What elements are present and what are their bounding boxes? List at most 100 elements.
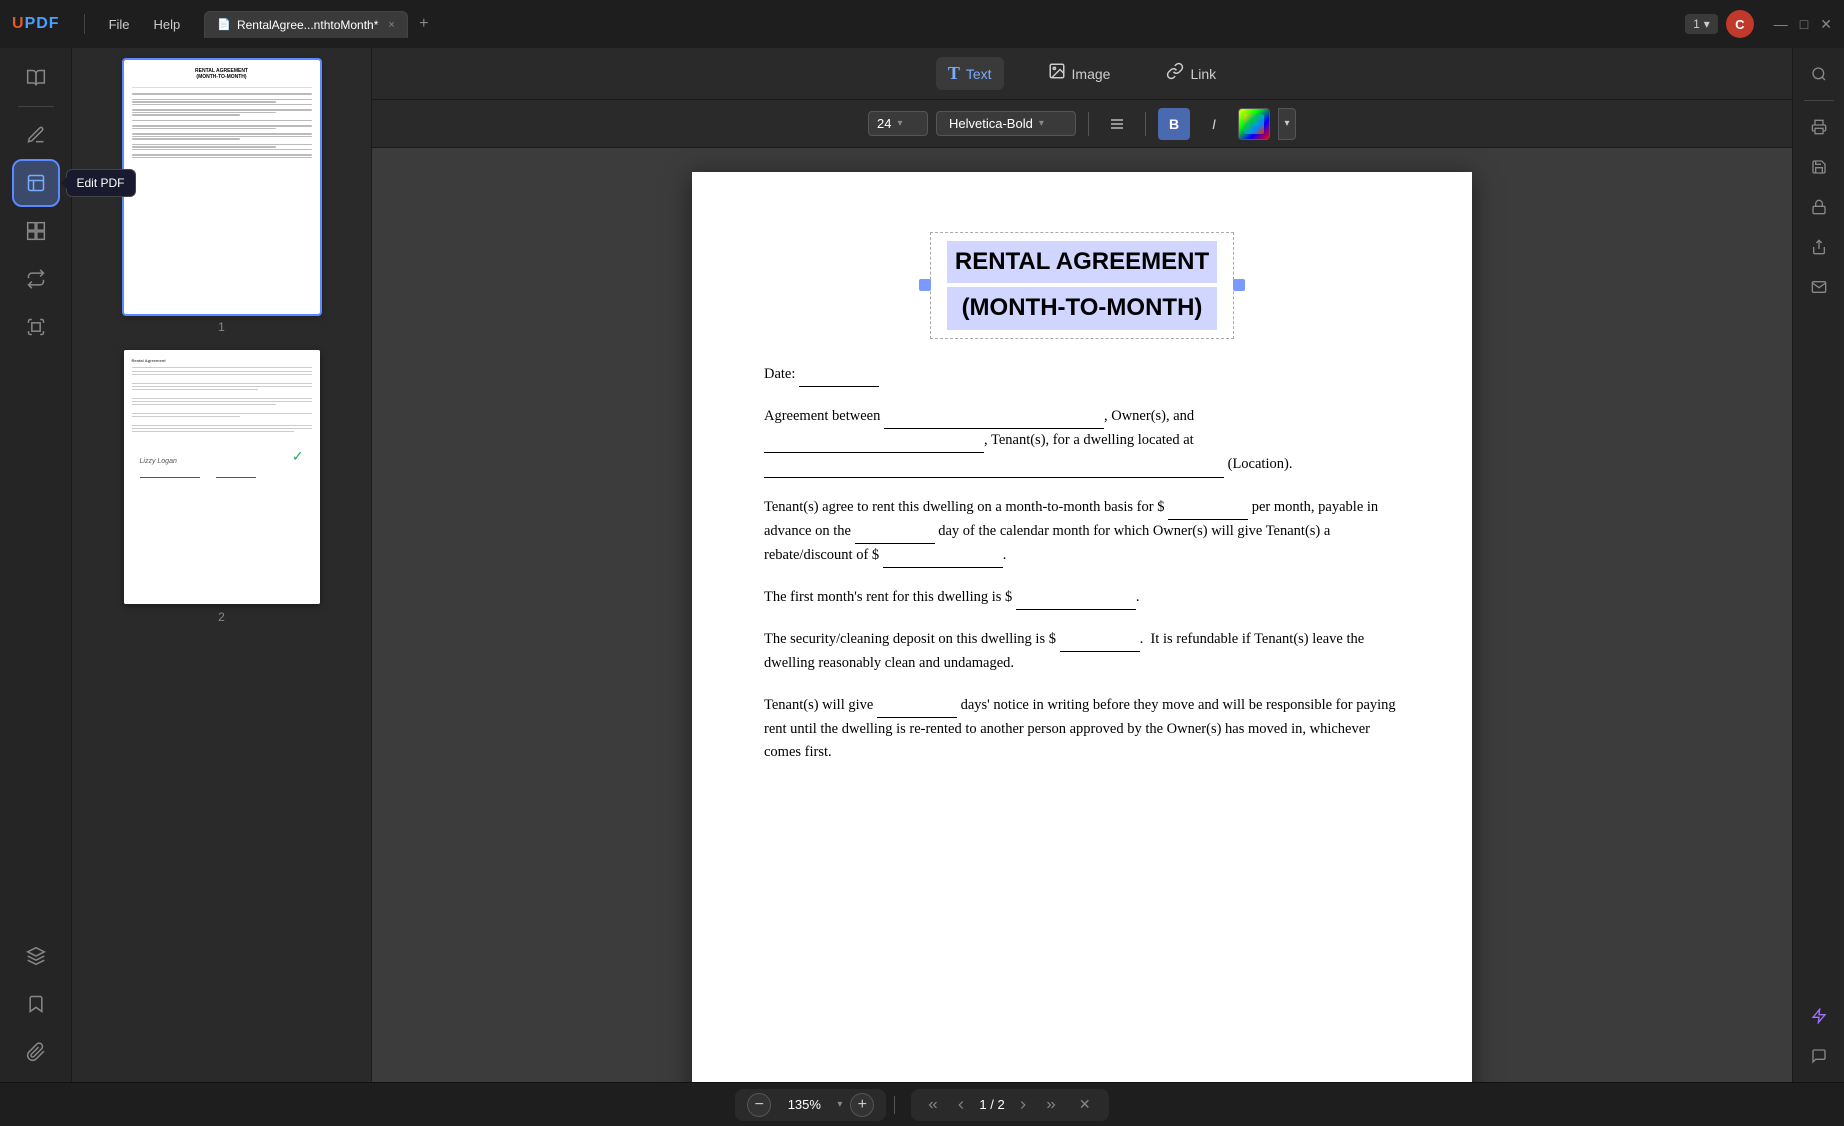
ai-assistant-button[interactable] <box>1801 998 1837 1034</box>
discount-blank[interactable] <box>883 544 1003 568</box>
image-tool-icon <box>1048 62 1066 85</box>
sidebar-item-pages[interactable] <box>14 209 58 253</box>
deposit-blank[interactable] <box>1060 628 1140 652</box>
menu-file[interactable]: File <box>101 13 138 36</box>
protect-button[interactable] <box>1801 189 1837 225</box>
page-total-number: 2 <box>997 1097 1004 1112</box>
color-dropdown-button[interactable]: ▾ <box>1278 108 1296 140</box>
zoom-out-button[interactable]: − <box>747 1093 771 1117</box>
sidebar-divider1 <box>18 106 54 107</box>
pdf-notice-block: Tenant(s) will give days' notice in writ… <box>764 694 1400 765</box>
first-month-blank[interactable] <box>1016 586 1136 610</box>
mail-button[interactable] <box>1801 269 1837 305</box>
search-right-button[interactable] <box>1801 56 1837 92</box>
font-name-dropdown-icon: ▾ <box>1039 118 1044 129</box>
active-tab[interactable]: 📄 RentalAgree...nthtoMonth* × <box>204 11 408 38</box>
zoom-divider <box>894 1096 895 1114</box>
thumbnail-number-2: 2 <box>218 610 225 624</box>
sidebar-item-ocr[interactable] <box>14 305 58 349</box>
page-prev-button[interactable] <box>951 1095 971 1115</box>
sidebar-item-layers[interactable] <box>14 934 58 978</box>
comment-button[interactable] <box>1801 1038 1837 1074</box>
rent-amount-blank[interactable] <box>1168 496 1248 520</box>
sidebar-item-read[interactable] <box>14 56 58 100</box>
format-divider-1 <box>1088 112 1089 136</box>
sidebar-item-attachment[interactable] <box>14 1030 58 1074</box>
tab-title: RentalAgree...nthtoMonth* <box>237 18 378 32</box>
save-file-button[interactable] <box>1801 149 1837 185</box>
page-indicator-header[interactable]: 1 ▾ <box>1685 14 1718 34</box>
text-tool-label: Text <box>966 66 992 82</box>
owner-blank[interactable] <box>884 405 1104 429</box>
sidebar-item-bookmark[interactable] <box>14 982 58 1026</box>
bold-button[interactable]: B <box>1158 108 1190 140</box>
pdf-title-line1[interactable]: RENTAL AGREEMENT <box>947 241 1217 283</box>
sidebar-item-highlight[interactable] <box>14 113 58 157</box>
text-tool-icon: T <box>948 63 960 84</box>
selection-handle-left[interactable] <box>919 279 931 291</box>
page-number-header: 1 <box>1693 17 1700 31</box>
font-size-value: 24 <box>877 116 891 131</box>
page-nav-controls: 1 / 2 ✕ <box>911 1089 1108 1121</box>
maximize-button[interactable]: □ <box>1800 16 1808 33</box>
print-button[interactable] <box>1801 109 1837 145</box>
main-layout: Edit PDF <box>0 48 1844 1082</box>
pay-day-blank[interactable] <box>855 520 935 544</box>
sidebar-item-convert[interactable] <box>14 257 58 301</box>
pdf-first-month-block: The first month's rent for this dwelling… <box>764 586 1400 610</box>
pdf-title-block[interactable]: RENTAL AGREEMENT (MONTH-TO-MONTH) <box>764 232 1400 339</box>
font-name-select[interactable]: Helvetica-Bold ▾ <box>936 111 1076 136</box>
image-tool-button[interactable]: Image <box>1036 56 1123 91</box>
italic-button[interactable]: I <box>1198 108 1230 140</box>
close-button[interactable]: ✕ <box>1820 16 1832 33</box>
pdf-date-block: Date: <box>764 363 1400 387</box>
page-indicator-arrow: ▾ <box>1704 17 1710 31</box>
pdf-agreement-block: Agreement between , Owner(s), and , Tena… <box>764 405 1400 478</box>
pdf-page: RENTAL AGREEMENT (MONTH-TO-MONTH) Date: … <box>692 172 1472 1082</box>
share-button[interactable] <box>1801 229 1837 265</box>
font-size-select[interactable]: 24 ▾ <box>868 111 928 136</box>
app-logo: UPDF <box>12 15 60 33</box>
link-tool-icon <box>1166 62 1184 85</box>
tab-close-button[interactable]: × <box>388 19 394 31</box>
align-button[interactable] <box>1101 108 1133 140</box>
right-sidebar <box>1792 48 1844 1082</box>
color-dropdown-icon: ▾ <box>1284 118 1289 129</box>
text-tool-button[interactable]: T Text <box>936 57 1004 90</box>
page-last-button[interactable] <box>1041 1095 1061 1115</box>
date-blank[interactable] <box>799 363 879 387</box>
title-bar: UPDF File Help 📄 RentalAgree...nthtoMont… <box>0 0 1844 48</box>
color-swatch-display <box>1244 114 1264 134</box>
notice-days-blank[interactable] <box>877 694 957 718</box>
tenant-blank[interactable] <box>764 429 984 453</box>
page-next-button[interactable] <box>1013 1095 1033 1115</box>
window-controls: — □ ✕ <box>1774 16 1832 33</box>
page-nav-close-button[interactable]: ✕ <box>1073 1093 1097 1117</box>
new-tab-button[interactable]: + <box>412 12 436 36</box>
location-blank[interactable] <box>764 453 1224 477</box>
format-divider-2 <box>1145 112 1146 136</box>
pdf-security-block: The security/cleaning deposit on this dw… <box>764 628 1400 675</box>
page-first-button[interactable] <box>923 1095 943 1115</box>
zoom-dropdown-icon[interactable]: ▾ <box>837 1099 842 1110</box>
pdf-title-line2[interactable]: (MONTH-TO-MONTH) <box>947 287 1217 329</box>
minimize-button[interactable]: — <box>1774 16 1788 33</box>
left-sidebar: Edit PDF <box>0 48 72 1082</box>
pdf-viewer[interactable]: RENTAL AGREEMENT (MONTH-TO-MONTH) Date: … <box>372 148 1792 1082</box>
right-divider1 <box>1804 100 1834 101</box>
menu-help[interactable]: Help <box>146 13 189 36</box>
tab-bar: 📄 RentalAgree...nthtoMonth* × + <box>204 11 436 38</box>
page-current-number: 1 <box>979 1097 986 1112</box>
page-separator: / <box>990 1097 994 1112</box>
content-area: T Text Image Lin <box>372 48 1792 1082</box>
color-swatch-button[interactable] <box>1238 108 1270 140</box>
sidebar-item-edit-pdf[interactable]: Edit PDF <box>14 161 58 205</box>
bottom-bar: − 135% ▾ + 1 / 2 <box>0 1082 1844 1126</box>
zoom-in-button[interactable]: + <box>850 1093 874 1117</box>
selection-handle-right[interactable] <box>1233 279 1245 291</box>
link-tool-button[interactable]: Link <box>1154 56 1228 91</box>
font-name-value: Helvetica-Bold <box>949 116 1033 131</box>
thumbnail-item-2[interactable]: Rental Agreement Lizzy <box>84 350 359 624</box>
thumbnail-item-1[interactable]: RENTAL AGREEMENT (MONTH-TO-MONTH) <box>84 60 359 334</box>
user-avatar[interactable]: C <box>1726 10 1754 38</box>
